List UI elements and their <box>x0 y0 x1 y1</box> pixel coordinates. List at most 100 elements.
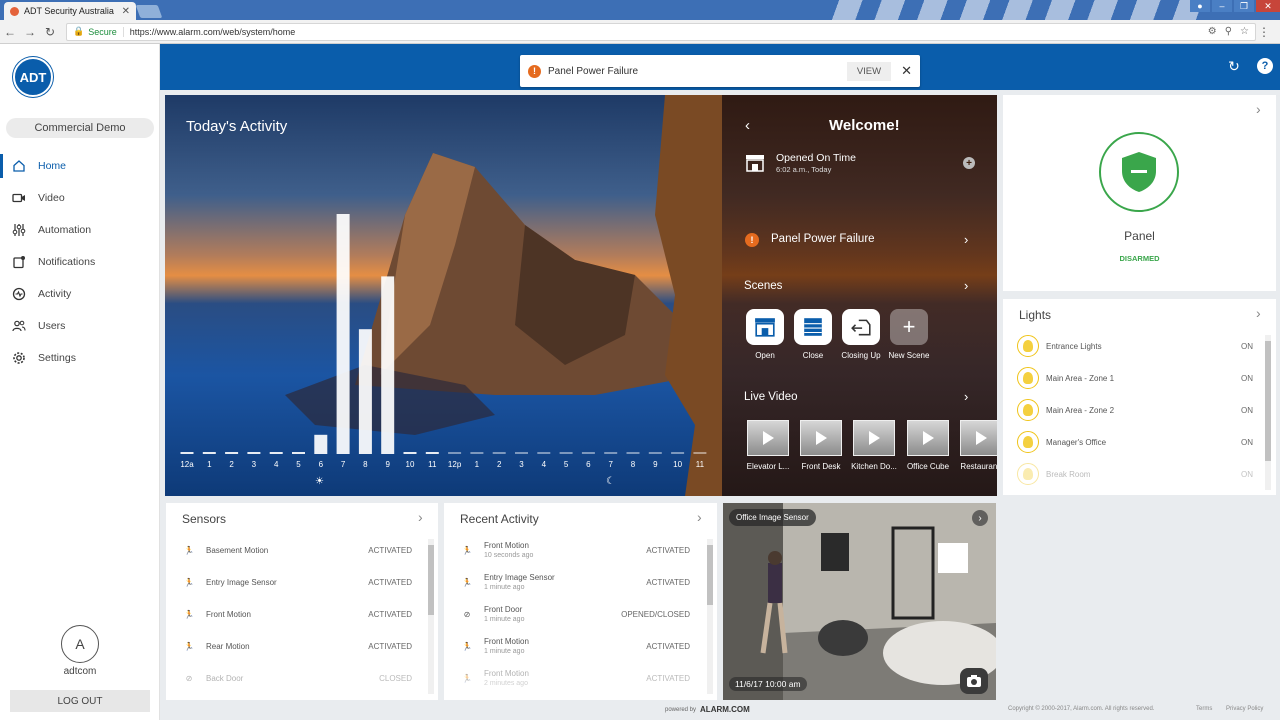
chevron-right-icon[interactable]: › <box>964 232 968 247</box>
light-row[interactable]: Main Area - Zone 2 ON <box>1017 397 1253 423</box>
activity-bar[interactable] <box>247 452 261 454</box>
activity-bar[interactable] <box>492 452 506 454</box>
video-thumb-elevator[interactable] <box>747 420 789 456</box>
close-window-button[interactable]: ✕ <box>1256 0 1280 12</box>
video-thumb-kitchen[interactable] <box>853 420 895 456</box>
light-bulb-icon[interactable] <box>1017 463 1039 485</box>
sidebar-item-home[interactable]: Home <box>0 150 160 182</box>
light-row[interactable]: Entrance Lights ON <box>1017 333 1253 359</box>
close-alert-icon[interactable]: ✕ <box>901 63 912 79</box>
adt-logo[interactable]: ADT <box>13 57 53 97</box>
chevron-right-icon[interactable]: › <box>697 509 702 525</box>
lights-scrollbar[interactable] <box>1265 335 1271 490</box>
sidebar-item-settings[interactable]: Settings <box>0 342 160 374</box>
light-bulb-icon[interactable] <box>1017 431 1039 453</box>
activity-bar[interactable] <box>693 452 707 454</box>
account-selector[interactable]: Commercial Demo <box>6 118 154 138</box>
power-failure-row[interactable]: ! Panel Power Failure <box>745 231 977 249</box>
light-row[interactable]: Main Area - Zone 1 ON <box>1017 365 1253 391</box>
sensors-scrollbar[interactable] <box>428 539 434 694</box>
sidebar-item-video[interactable]: Video <box>0 182 160 214</box>
view-alert-button[interactable]: VIEW <box>846 61 892 81</box>
activity-bar[interactable] <box>648 452 662 454</box>
back-icon[interactable]: ← <box>0 25 20 39</box>
activity-bar[interactable] <box>381 276 395 454</box>
reload-icon[interactable]: ↻ <box>40 25 60 39</box>
tab-close-icon[interactable]: ✕ <box>122 6 130 17</box>
activity-row[interactable]: 🏃 Entry Image Sensor 1 minute ago ACTIVAT… <box>460 566 690 598</box>
activity-bar[interactable] <box>581 452 595 454</box>
activity-row[interactable]: 🏃 Front Motion 1 minute ago ACTIVATED <box>460 630 690 662</box>
location-icon[interactable]: ⚲ <box>1225 26 1232 37</box>
video-thumb-office-cube[interactable] <box>907 420 949 456</box>
video-thumb-restaurant[interactable] <box>960 420 997 456</box>
activity-bar[interactable] <box>225 452 239 454</box>
activity-row[interactable]: ⊘ Front Door 1 minute ago OPENED/CLOSED <box>460 598 690 630</box>
sensor-row[interactable]: ⊘ Back Door CLOSED <box>182 662 412 694</box>
bookmark-star-icon[interactable]: ☆ <box>1240 26 1249 37</box>
sidebar-item-automation[interactable]: Automation <box>0 214 160 246</box>
chevron-right-icon[interactable]: › <box>418 509 423 525</box>
activity-bar[interactable] <box>448 452 462 454</box>
activity-bar[interactable] <box>180 452 194 454</box>
sidebar-item-notifications[interactable]: Notifications <box>0 246 160 278</box>
panel-status-ring[interactable] <box>1099 132 1179 212</box>
scenes-chevron-icon[interactable]: › <box>964 278 968 293</box>
chevron-right-icon[interactable]: › <box>972 510 988 526</box>
sensor-row[interactable]: 🏃 Front Motion ACTIVATED <box>182 598 412 630</box>
chevron-right-icon[interactable]: › <box>1256 101 1261 117</box>
live-video-chevron-icon[interactable]: › <box>964 389 968 404</box>
scene-close-button[interactable] <box>794 309 832 345</box>
activity-bar[interactable] <box>403 452 417 454</box>
light-bulb-icon[interactable] <box>1017 367 1039 389</box>
video-thumb-front-desk[interactable] <box>800 420 842 456</box>
sidebar-item-activity[interactable]: Activity <box>0 278 160 310</box>
activity-bar[interactable] <box>292 452 305 454</box>
activity-bar[interactable] <box>604 452 618 454</box>
sensor-row[interactable]: 🏃 Basement Motion ACTIVATED <box>182 534 412 566</box>
recent-scrollbar[interactable] <box>707 539 713 694</box>
activity-row[interactable]: 🏃 Front Motion 2 minutes ago ACTIVATED <box>460 662 690 694</box>
new-scene-button[interactable]: + <box>890 309 928 345</box>
activity-bar[interactable] <box>269 452 283 454</box>
forward-icon[interactable]: → <box>20 25 40 39</box>
logout-button[interactable]: LOG OUT <box>10 690 150 712</box>
scene-open-button[interactable] <box>746 309 784 345</box>
browser-menu-icon[interactable]: ⋮ <box>1256 25 1272 39</box>
snapshot-button[interactable] <box>960 668 988 694</box>
back-chevron-icon[interactable]: ‹ <box>745 117 750 134</box>
user-profile-button[interactable]: ● <box>1190 0 1210 12</box>
scene-closing-up-button[interactable] <box>842 309 880 345</box>
help-icon[interactable]: ? <box>1257 58 1273 74</box>
minimize-button[interactable]: – <box>1212 0 1232 12</box>
panel-card[interactable]: › Panel DISARMED <box>1003 95 1276 291</box>
light-bulb-icon[interactable] <box>1017 399 1039 421</box>
activity-bar[interactable] <box>515 452 528 454</box>
activity-row[interactable]: 🏃 Front Motion 10 seconds ago ACTIVATED <box>460 534 690 566</box>
activity-bar[interactable] <box>425 452 439 454</box>
new-tab-button[interactable] <box>135 5 163 18</box>
light-bulb-icon[interactable] <box>1017 335 1039 357</box>
avatar[interactable]: A <box>61 625 99 663</box>
extension-icon[interactable]: ⚙ <box>1208 26 1217 37</box>
chevron-right-icon[interactable]: › <box>1256 305 1261 321</box>
expand-plus-icon[interactable]: + <box>963 157 975 169</box>
terms-link[interactable]: Terms <box>1196 706 1212 712</box>
activity-bar[interactable] <box>626 452 640 454</box>
activity-bar[interactable] <box>336 214 350 454</box>
opened-on-time-row[interactable]: Opened On Time 6:02 a.m., Today + <box>745 151 977 177</box>
light-row[interactable]: Break Room ON <box>1017 461 1253 487</box>
privacy-link[interactable]: Privacy Policy <box>1226 706 1263 712</box>
url-field[interactable]: 🔒 Secure https://www.alarm.com/web/syste… <box>66 22 1256 41</box>
light-row[interactable]: Manager's Office ON <box>1017 429 1253 455</box>
sidebar-item-users[interactable]: Users <box>0 310 160 342</box>
maximize-button[interactable]: ❐ <box>1234 0 1254 12</box>
activity-bar[interactable] <box>470 452 484 454</box>
activity-bar[interactable] <box>671 452 685 454</box>
activity-bar[interactable] <box>202 452 216 454</box>
sensor-row[interactable]: 🏃 Rear Motion ACTIVATED <box>182 630 412 662</box>
sensor-row[interactable]: 🏃 Entry Image Sensor ACTIVATED <box>182 566 412 598</box>
activity-bar[interactable] <box>358 329 372 454</box>
activity-bar[interactable] <box>537 452 551 454</box>
camera-card[interactable]: Office Image Sensor › 11/6/17 10:00 am <box>723 503 996 700</box>
